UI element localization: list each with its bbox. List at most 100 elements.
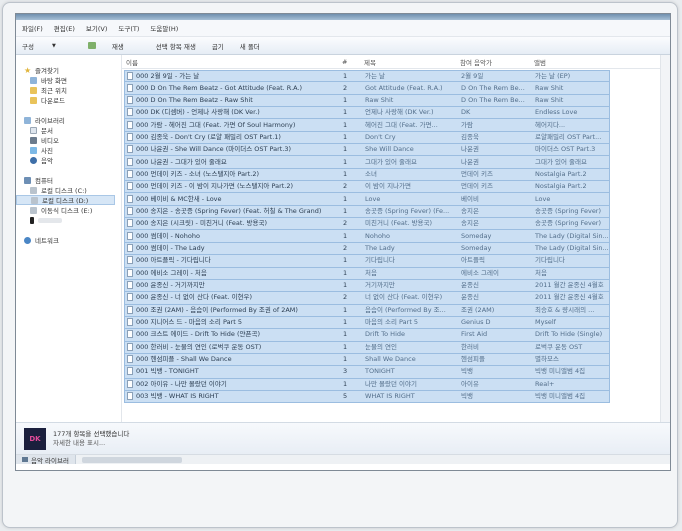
table-row[interactable]: 000 지니어스 드 - 마음의 소리 Part 5 1 마음의 소리 Part 5… bbox=[124, 316, 610, 330]
table-row[interactable]: 000 베이비 & MC한새 - Love 1 Love 베이비 Love bbox=[124, 193, 610, 206]
cell-album: Nostalgia Part.2 bbox=[535, 169, 587, 178]
cell-name: 001 빅뱅 - TONIGHT bbox=[125, 366, 339, 377]
nav-drive-d[interactable]: 로컬 디스크 (D:) bbox=[16, 195, 115, 205]
column-header-title[interactable]: 제목 bbox=[360, 57, 456, 67]
table-row[interactable]: 000 헨섬피플 - Shall We Dance 1 Shall We Dance… bbox=[124, 353, 610, 367]
cell-album: The Lady (Digital Sin... bbox=[535, 243, 609, 252]
table-row[interactable]: 000 윤종신 - 거기까지만 1 거기까지만 윤종신 2011 월간 윤종신 4월호 bbox=[124, 279, 610, 293]
library-icon bbox=[24, 116, 31, 124]
table-row[interactable]: 003 빅뱅 - WHAT IS RIGHT 5 WHAT IS RIGHT 빅뱅 빅뱅… bbox=[124, 390, 610, 404]
chevron-down-icon: ▼ bbox=[51, 42, 56, 49]
menu-view[interactable]: 보기(V) bbox=[86, 23, 107, 33]
table-row[interactable]: 000 송지은 (시크릿) - 미친거니 (Feat. 방용국) 2 미친거니 (F… bbox=[124, 218, 610, 231]
table-row[interactable]: 002 아이유 - 나만 몰랐던 이야기 1 나만 몰랐던 이야기 아이유 Real+ bbox=[124, 378, 610, 391]
cell-artist: 베이비 bbox=[461, 194, 479, 203]
file-name-text: 000 가람 - 헤어진 그대 (Feat. 가면 Of Soul Harmon… bbox=[136, 120, 296, 129]
table-row[interactable]: 000 아트플릭 - 기다립니다 1 기다립니다 아트플릭 기다립니다 bbox=[124, 255, 610, 268]
menu-tools[interactable]: 도구(T) bbox=[118, 23, 139, 33]
nav-downloads[interactable]: 다운로드 bbox=[16, 95, 121, 105]
column-header-number[interactable]: # bbox=[338, 58, 360, 66]
bottom-bar: 음악 라이브러 bbox=[16, 454, 670, 465]
cell-title: Got Attitude (Feat. R.A.) bbox=[365, 83, 443, 92]
table-row[interactable]: 000 윤종신 - 너 없이 산다 (Feat. 이현우) 2 너 없이 산다 (F… bbox=[124, 292, 610, 305]
nav-drive-c[interactable]: 로컬 디스크 (C:) bbox=[16, 185, 121, 195]
table-row[interactable]: 000 먼데이 키즈 - 이 밤이 지나가면 (노스탤지아 Part.2) 2 이 … bbox=[124, 181, 610, 194]
file-name-text: 000 D On The Rem Beatz - Got Attitude (F… bbox=[136, 83, 303, 92]
cell-title: 이 밤이 지나가면 bbox=[365, 182, 411, 191]
cell-artist: 나윤권 bbox=[461, 157, 479, 166]
horizontal-scrollbar[interactable] bbox=[81, 456, 182, 463]
nav-desktop[interactable]: 바탕 화면 bbox=[16, 75, 121, 85]
nav-computer[interactable]: 컴퓨터 bbox=[16, 175, 121, 185]
table-row[interactable]: 000 썸데이 - The Lady 2 The Lady Someday The La… bbox=[124, 242, 610, 256]
table-row[interactable]: 000 나윤권 - 그대가 있어 줄래요 1 그대가 있어 줄래요 나윤권 그대가 있어… bbox=[124, 156, 610, 169]
nav-libraries[interactable]: 라이브러리 bbox=[16, 115, 121, 125]
new-folder-button[interactable]: 새 폴더 bbox=[240, 41, 260, 51]
desktop-icon bbox=[30, 76, 37, 84]
cell-album: 송곳증 (Spring Fever) bbox=[535, 206, 602, 215]
cell-album: Nostalgia Part.2 bbox=[535, 182, 587, 191]
menu-help[interactable]: 도움말(H) bbox=[150, 23, 178, 33]
table-row[interactable]: 000 송지은 - 송곳증 (Spring Fever) (Feat. 허칠 &… bbox=[124, 205, 610, 219]
table-row[interactable]: 000 나윤권 - She Will Dance (마이더스 OST Part.… bbox=[124, 144, 610, 157]
file-name-text: 000 에비소 그레이 - 처음 bbox=[136, 268, 207, 277]
audio-file-icon bbox=[127, 145, 133, 154]
play-button[interactable]: 재생 bbox=[87, 41, 140, 51]
column-header-artist[interactable]: 참여 음악가 bbox=[456, 57, 530, 67]
audio-file-icon bbox=[127, 194, 133, 203]
play-selected-button[interactable]: 선택 항목 재생 bbox=[156, 41, 196, 51]
table-row[interactable]: 000 D On The Rem Beatz - Raw Shit 1 Raw Sh… bbox=[124, 94, 610, 108]
table-row[interactable]: 001 빅뱅 - TONIGHT 3 TONIGHT 빅뱅 빅뱅 미니앨범 4집 bbox=[124, 366, 610, 379]
audio-file-icon bbox=[127, 305, 133, 314]
table-row[interactable]: 000 D On The Rem Beatz - Got Attitude (F… bbox=[124, 82, 610, 95]
music-library-tab[interactable]: 음악 라이브러 bbox=[16, 455, 76, 465]
show-details-link[interactable]: 자세한 내용 표시... bbox=[53, 439, 129, 448]
cell-album: Real+ bbox=[535, 379, 555, 388]
cell-artist: Someday bbox=[461, 243, 492, 252]
menu-edit[interactable]: 편집(E) bbox=[54, 23, 75, 33]
file-name-text: 000 크스트 에이드 - Drift To Hide (얀픈곡) bbox=[136, 330, 260, 339]
nav-network[interactable]: 네트워크 bbox=[16, 235, 121, 245]
burn-button[interactable]: 굽기 bbox=[212, 41, 224, 51]
cell-title: TONIGHT bbox=[365, 367, 395, 376]
star-icon: ★ bbox=[24, 65, 32, 75]
table-row[interactable]: 000 가람 - 헤어진 그대 (Feat. 가면 Of Soul Harmon… bbox=[124, 119, 610, 132]
menu-file[interactable]: 파일(F) bbox=[22, 23, 43, 33]
nav-device[interactable] bbox=[16, 215, 121, 225]
cell-name: 000 아트플릭 - 기다립니다 bbox=[125, 255, 339, 266]
table-row[interactable]: 000 먼데이 키즈 - 소녀 (노스탤지아 Part.2) 1 소녀 먼데이 키즈 N… bbox=[124, 168, 610, 182]
nav-recent[interactable]: 최근 위치 bbox=[16, 85, 121, 95]
column-header-name[interactable]: 이름 bbox=[122, 57, 338, 67]
table-row[interactable]: 000 한러비 - 눈물의 연인 (로벅쿠 운동 OST) 1 눈물의 연인 한러비 로… bbox=[124, 341, 610, 354]
table-row[interactable]: 000 썸데이 - Nohoho 1 Nohoho Someday The Lady (… bbox=[124, 230, 610, 243]
cell-name: 000 에비소 그레이 - 처음 bbox=[125, 268, 339, 279]
cell-name: 000 2월 9일 - 가는 날 bbox=[125, 71, 339, 82]
cell-album: 2011 월간 윤종신 4월호 bbox=[535, 281, 604, 290]
file-name-text: 000 2월 9일 - 가는 날 bbox=[136, 71, 200, 80]
cell-album: 로얄패밀리 OST Part... bbox=[535, 132, 602, 141]
table-row[interactable]: 000 조권 (2AM) - 음슴이 (Performed By 조권 of 2… bbox=[124, 304, 610, 317]
nav-drive-e[interactable]: 이동식 디스크 (E:) bbox=[16, 205, 121, 215]
nav-documents[interactable]: 문서 bbox=[16, 125, 121, 135]
audio-file-icon bbox=[127, 243, 133, 252]
table-row[interactable]: 000 크스트 에이드 - Drift To Hide (얀픈곡) 1 Drift … bbox=[124, 329, 610, 342]
nav-favorites[interactable]: ★ 즐겨찾기 bbox=[16, 65, 121, 75]
nav-pictures[interactable]: 사진 bbox=[16, 145, 121, 155]
audio-file-icon bbox=[127, 120, 133, 129]
nav-music[interactable]: 음악 bbox=[16, 155, 121, 165]
audio-file-icon bbox=[127, 95, 133, 104]
status-text: 177개 항목을 선택했습니다 자세한 내용 표시... bbox=[53, 430, 129, 448]
audio-file-icon bbox=[127, 355, 133, 364]
table-row[interactable]: 000 DK (디셈버) - 언제나 사랑해 (DK Ver.) 1 언제나 사랑해… bbox=[124, 107, 610, 120]
table-row[interactable]: 000 2월 9일 - 가는 날 1 가는 날 2월 9일 가는 날 (EP) bbox=[124, 70, 610, 83]
vertical-scrollbar[interactable] bbox=[660, 55, 670, 422]
cell-title: 가는 날 bbox=[365, 71, 386, 80]
organize-button[interactable]: 구성 ▼ bbox=[22, 41, 72, 51]
table-row[interactable]: 000 김종욱 - Don't Cry (로얄 패밀리 OST Part.1) 1… bbox=[124, 131, 610, 145]
cell-name: 000 송지은 - 송곳증 (Spring Fever) (Feat. 허칠 &… bbox=[125, 206, 339, 217]
audio-file-icon bbox=[127, 231, 133, 240]
cell-artist: First Aid bbox=[461, 330, 488, 339]
nav-videos[interactable]: 비디오 bbox=[16, 135, 121, 145]
column-header-album[interactable]: 앨범 bbox=[530, 57, 608, 67]
table-row[interactable]: 000 에비소 그레이 - 처음 1 처음 에비소 그레이 처음 bbox=[124, 267, 610, 280]
